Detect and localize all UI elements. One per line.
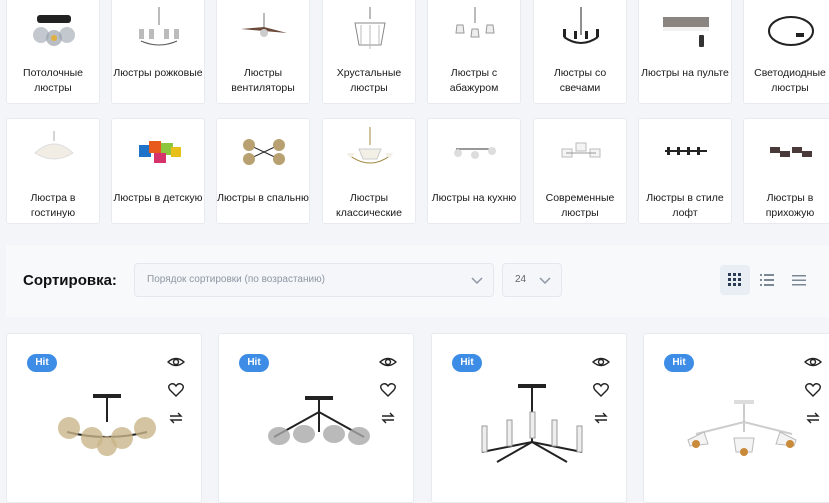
sort-order-select[interactable]: Порядок сортировки (по возрастанию) xyxy=(134,263,494,297)
eye-icon xyxy=(378,357,398,367)
view-button[interactable] xyxy=(591,353,611,371)
hit-badge: Hit xyxy=(27,354,57,372)
product-image xyxy=(268,396,370,445)
category-living-room[interactable]: Люстра в гостиную xyxy=(6,118,100,224)
sort-bar: Сортировка: Порядок сортировки (по возра… xyxy=(6,245,829,317)
hit-badge: Hit xyxy=(452,354,482,372)
favorite-button[interactable] xyxy=(592,381,610,399)
led-ring-icon xyxy=(768,16,814,46)
category-label: Светодиодные люстры xyxy=(754,67,826,94)
chevron-down-icon xyxy=(471,277,483,285)
category-label: Современные люстры xyxy=(545,192,615,219)
heart-icon xyxy=(168,383,184,397)
view-button[interactable] xyxy=(378,353,398,371)
category-label: Потолочные люстры xyxy=(23,67,83,94)
compare-icon xyxy=(169,412,183,424)
category-kitchen[interactable]: Люстры на кухню xyxy=(427,118,521,224)
modern-chandelier-icon xyxy=(561,142,601,158)
grid-view-button[interactable] xyxy=(720,265,750,295)
category-label: Люстра в гостиную xyxy=(30,192,76,219)
category-fan[interactable]: Люстры вентиляторы xyxy=(216,0,310,104)
category-label: Люстры в стиле лофт xyxy=(646,192,724,219)
view-button[interactable] xyxy=(803,353,823,371)
product-card[interactable]: Hit xyxy=(6,333,202,503)
heart-icon xyxy=(380,383,396,397)
eye-icon xyxy=(803,357,823,367)
category-label: Люстры в спальню xyxy=(217,192,309,204)
category-shade[interactable]: Люстры с абажуром xyxy=(427,0,521,104)
category-bedroom[interactable]: Люстры в спальню xyxy=(216,118,310,224)
chevron-down-icon xyxy=(539,277,551,285)
kitchen-chandelier-icon xyxy=(454,147,496,159)
category-candle[interactable]: Люстры со свечами xyxy=(533,0,627,104)
list-view-button[interactable] xyxy=(752,265,782,295)
view-button[interactable] xyxy=(166,353,186,371)
product-image xyxy=(687,400,797,456)
compare-button[interactable] xyxy=(804,409,822,427)
category-label: Люстры с абажуром xyxy=(449,67,499,94)
remote-chandelier-icon xyxy=(663,17,709,47)
grid-view-icon xyxy=(728,273,741,286)
compact-list-button[interactable] xyxy=(784,265,814,295)
compare-icon xyxy=(594,412,608,424)
compare-icon xyxy=(381,412,395,424)
category-led[interactable]: Светодиодные люстры xyxy=(743,0,829,104)
sort-title: Сортировка: xyxy=(23,272,117,289)
compare-button[interactable] xyxy=(167,409,185,427)
shade-chandelier-icon xyxy=(455,7,495,38)
classic-chandelier-icon xyxy=(347,127,393,164)
per-page-value: 24 xyxy=(515,274,527,285)
sort-order-value: Порядок сортировки (по возрастанию) xyxy=(147,274,325,285)
compare-button[interactable] xyxy=(379,409,397,427)
category-loft[interactable]: Люстры в стиле лофт xyxy=(638,118,732,224)
fan-chandelier-icon xyxy=(241,13,287,37)
category-crystal[interactable]: Хрустальные люстры xyxy=(322,0,416,104)
category-kids[interactable]: Люстры в детскую xyxy=(111,118,205,224)
eye-icon xyxy=(591,357,611,367)
heart-icon xyxy=(593,383,609,397)
category-arm[interactable]: Люстры рожковые xyxy=(111,0,205,104)
bedroom-chandelier-icon xyxy=(243,139,285,165)
category-label: Люстры на кухню xyxy=(431,192,517,204)
eye-icon xyxy=(166,357,186,367)
product-card[interactable]: Hit xyxy=(218,333,414,503)
category-label: Люстры в детскую xyxy=(113,192,203,204)
favorite-button[interactable] xyxy=(804,381,822,399)
product-card[interactable]: Hit xyxy=(643,333,829,503)
favorite-button[interactable] xyxy=(167,381,185,399)
product-image xyxy=(481,384,583,463)
candle-chandelier-icon xyxy=(563,7,599,44)
product-image xyxy=(58,394,156,456)
favorite-button[interactable] xyxy=(379,381,397,399)
heart-icon xyxy=(805,383,821,397)
hit-badge: Hit xyxy=(664,354,694,372)
ceiling-chandelier-icon xyxy=(33,15,75,46)
kids-chandelier-icon xyxy=(139,141,181,163)
category-hallway[interactable]: Люстры в прихожую xyxy=(743,118,829,224)
category-label: Люстры классические xyxy=(336,192,402,219)
compact-list-icon xyxy=(792,275,806,286)
category-label: Люстры в прихожую xyxy=(765,192,815,219)
category-label: Хрустальные люстры xyxy=(336,67,402,94)
hallway-chandelier-icon xyxy=(770,147,812,157)
compare-button[interactable] xyxy=(592,409,610,427)
category-modern[interactable]: Современные люстры xyxy=(533,118,627,224)
compare-icon xyxy=(806,412,820,424)
per-page-select[interactable]: 24 xyxy=(502,263,562,297)
category-remote[interactable]: Люстры на пульте xyxy=(638,0,732,104)
category-label: Люстры рожковые xyxy=(113,67,203,79)
living-room-chandelier-icon xyxy=(34,131,74,160)
category-label: Люстры вентиляторы xyxy=(231,67,295,94)
category-ceiling[interactable]: Потолочные люстры xyxy=(6,0,100,104)
category-label: Люстры со свечами xyxy=(553,67,607,94)
category-label: Люстры на пульте xyxy=(641,67,729,79)
arm-chandelier-icon xyxy=(139,7,179,46)
list-view-icon xyxy=(760,274,774,286)
crystal-chandelier-icon xyxy=(354,7,386,49)
category-classic[interactable]: Люстры классические xyxy=(322,118,416,224)
product-card[interactable]: Hit xyxy=(431,333,627,503)
hit-badge: Hit xyxy=(239,354,269,372)
loft-chandelier-icon xyxy=(665,147,707,155)
